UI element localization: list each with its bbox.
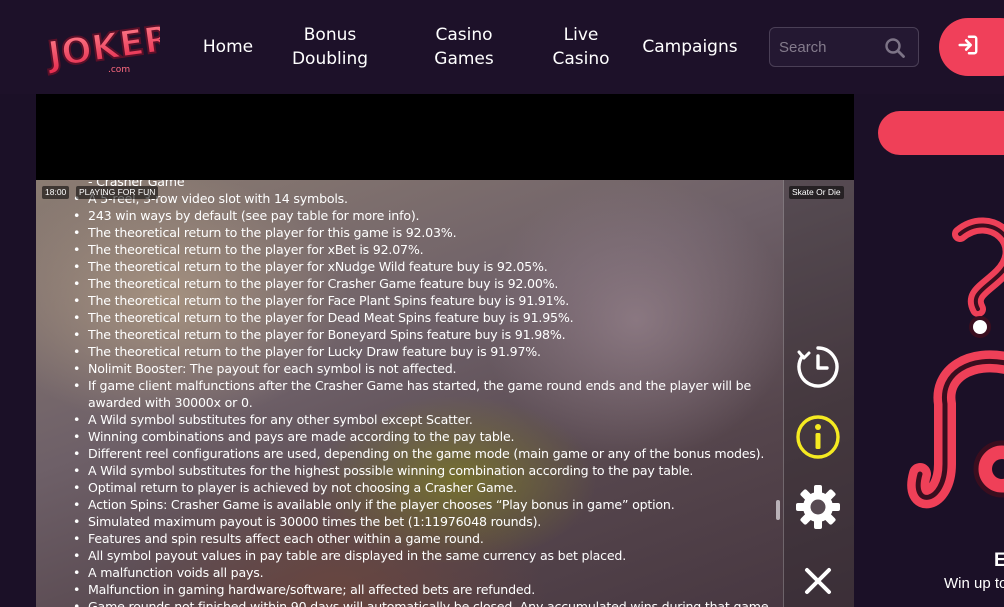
close-button[interactable] [795, 558, 841, 604]
search-icon[interactable] [884, 37, 906, 59]
top-navigation-bar: JOKERI .com Home Bonus Doubling Casino G… [0, 0, 1004, 94]
paytable-item: - Crasher Game [88, 180, 185, 189]
promo-subtext: Win up to [944, 575, 1004, 592]
info-button[interactable] [795, 414, 841, 460]
logo-wordmark: JOKERI [42, 16, 160, 76]
paytable-item: The theoretical return to the player for… [72, 224, 772, 241]
search-input[interactable] [779, 38, 883, 56]
game-view: - Crasher Game A 5-reel, 3-row video slo… [36, 180, 854, 607]
paytable-item: Optimal return to player is achieved by … [72, 479, 772, 496]
paytable-item: Nolimit Booster: The payout for each sym… [72, 360, 772, 377]
paytable-item: A 5-reel, 3-row video slot with 14 symbo… [72, 190, 772, 207]
login-icon [957, 34, 979, 61]
paytable-item: The theoretical return to the player for… [72, 241, 772, 258]
promo-button[interactable] [878, 111, 1004, 155]
paytable-item: If game client malfunctions after the Cr… [72, 377, 772, 411]
nav-bonus-doubling-label: Bonus Doubling [291, 25, 369, 69]
paytable-item: The theoretical return to the player for… [72, 343, 772, 360]
paytable-item: Winning combinations and pays are made a… [72, 428, 772, 445]
paytable-panel[interactable]: - Crasher Game A 5-reel, 3-row video slo… [36, 180, 784, 607]
login-button[interactable] [939, 18, 1004, 76]
nav-casino-games-label: Casino Games [434, 25, 494, 69]
close-icon [805, 568, 831, 594]
paytable-item: The theoretical return to the player for… [72, 258, 772, 275]
history-button[interactable] [795, 344, 841, 390]
game-side-panel [783, 180, 854, 607]
paytable-item: A malfunction voids all pays. [72, 564, 772, 581]
nav-home-label: Home [202, 37, 254, 57]
paytable-scrollbar[interactable] [776, 500, 780, 520]
nav-bonus-doubling[interactable]: Bonus Doubling [280, 0, 380, 94]
paytable-item: All symbol payout values in pay table ar… [72, 547, 772, 564]
game-frame: - Crasher Game A 5-reel, 3-row video slo… [36, 94, 854, 607]
paytable-item: The theoretical return to the player for… [72, 326, 772, 343]
paytable-item: The theoretical return to the player for… [72, 275, 772, 292]
nav-live-casino[interactable]: Live Casino [540, 0, 622, 94]
paytable-item: A Wild symbol substitutes for any other … [72, 411, 772, 428]
settings-icon [796, 485, 840, 529]
logo-domain: .com [108, 65, 130, 75]
paytable-item: 243 win ways by default (see pay table f… [72, 207, 772, 224]
promo-heading: E [994, 550, 1004, 571]
paytable-item: The theoretical return to the player for… [72, 309, 772, 326]
history-icon [797, 346, 839, 388]
paytable-item: Simulated maximum payout is 30000 times … [72, 513, 772, 530]
paytable-item: The theoretical return to the player for… [72, 292, 772, 309]
search-box [769, 27, 919, 67]
paytable-item: Game rounds not finished within 90 days … [72, 598, 772, 607]
clock-badge: 18:00 [42, 186, 70, 199]
paytable-item: Different reel configurations are used, … [72, 445, 772, 462]
jokeri-logo[interactable]: JOKERI .com [40, 10, 160, 84]
promo-sidebar: E Win up to [854, 94, 1004, 607]
paytable-item: Action Spins: Crasher Game is available … [72, 496, 772, 513]
paytable-item: Malfunction in gaming hardware/software;… [72, 581, 772, 598]
info-icon [796, 415, 840, 459]
nav-campaigns-label: Campaigns [642, 37, 738, 57]
paytable-item: A Wild symbol substitutes for the highes… [72, 462, 772, 479]
play-mode-badge: PLAYING FOR FUN [76, 186, 159, 199]
nav-casino-games[interactable]: Casino Games [420, 0, 508, 94]
game-title-badge: Skate Or Die [789, 186, 844, 199]
nav-home[interactable]: Home [188, 0, 268, 94]
nav-campaigns[interactable]: Campaigns [632, 0, 748, 94]
settings-button[interactable] [795, 484, 841, 530]
nav-live-casino-label: Live Casino [552, 25, 610, 69]
game-letterbox [36, 94, 854, 180]
joker-mascot-image [900, 214, 1004, 554]
paytable-list: - Crasher Game A 5-reel, 3-row video slo… [72, 180, 772, 607]
paytable-item: Features and spin results affect each ot… [72, 530, 772, 547]
